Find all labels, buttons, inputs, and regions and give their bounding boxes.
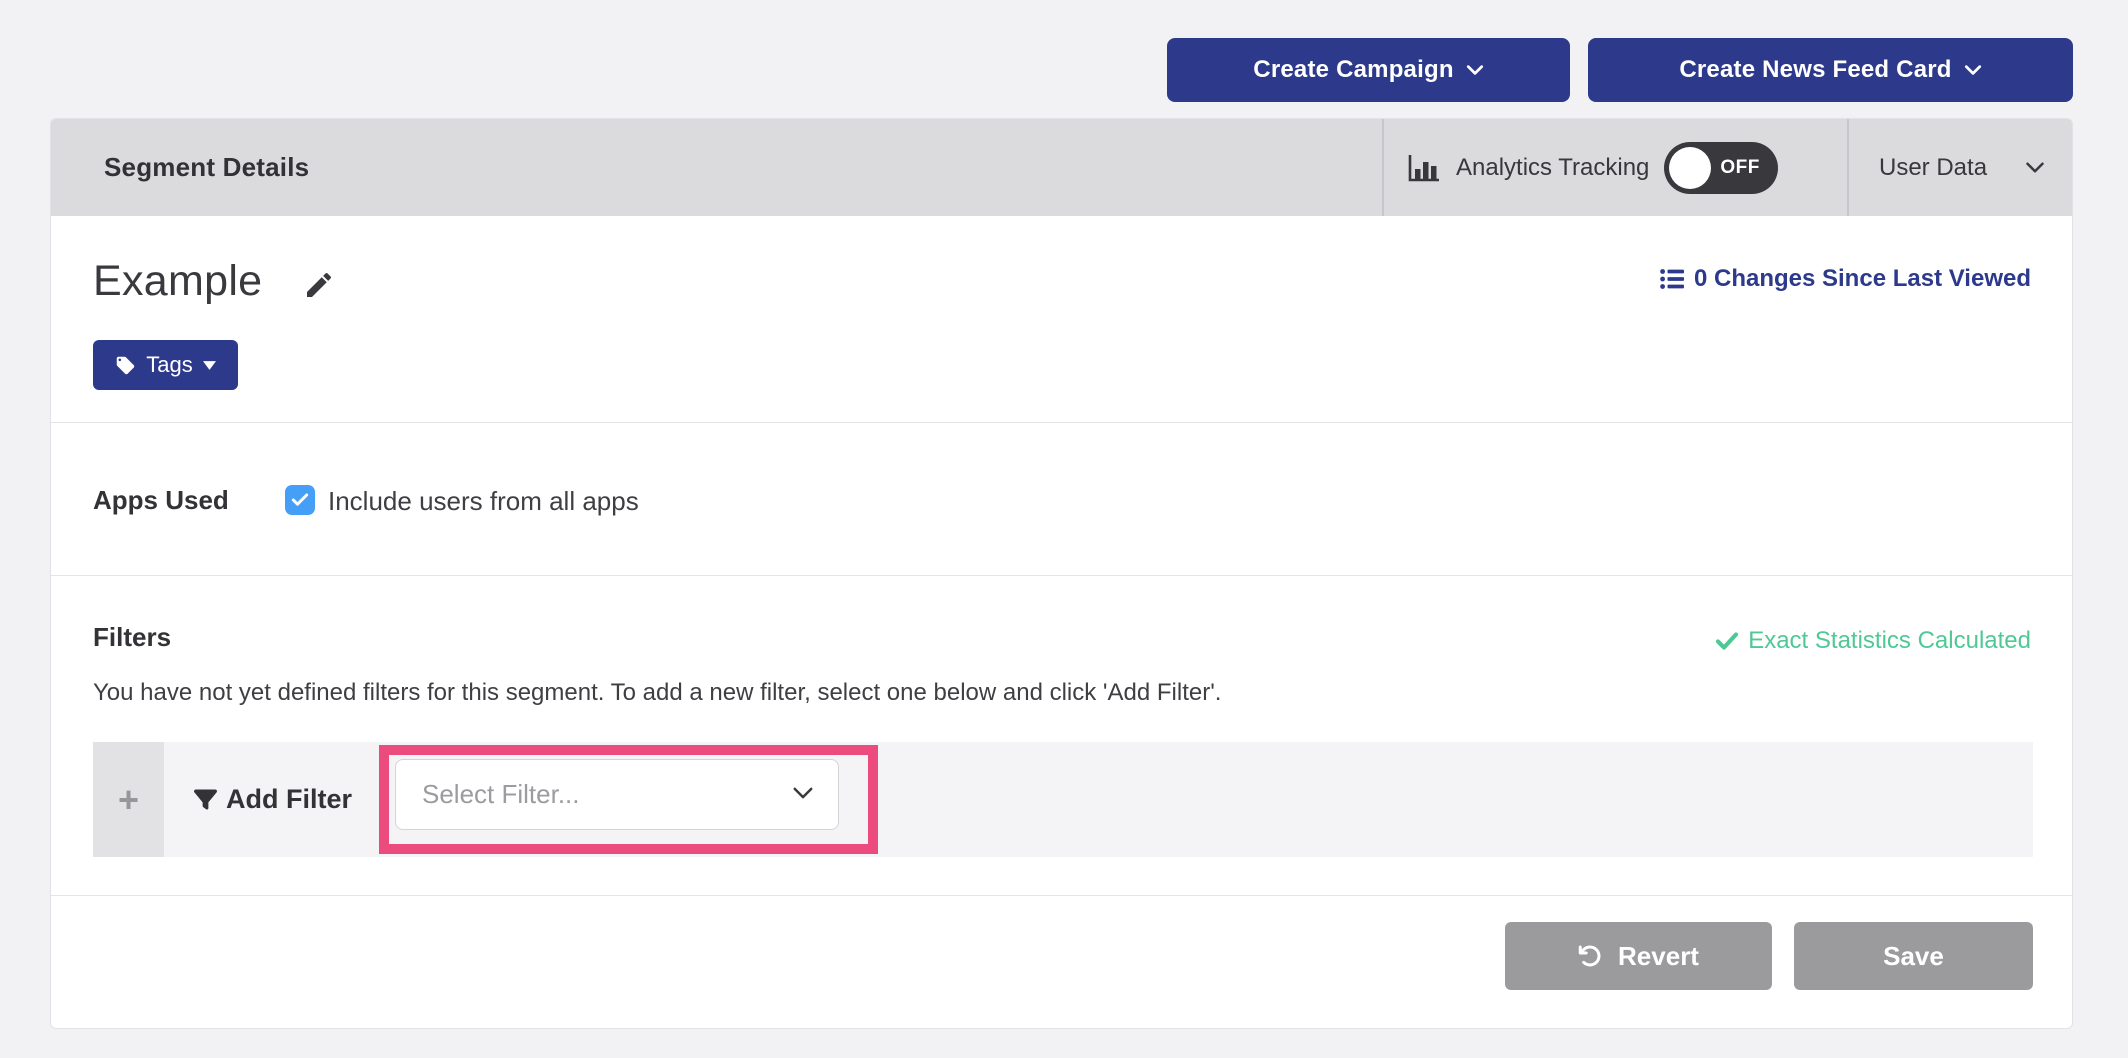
edit-pencil-icon[interactable] xyxy=(303,269,335,301)
filters-heading: Filters xyxy=(93,622,171,653)
user-data-label: User Data xyxy=(1879,154,1987,182)
revert-label: Revert xyxy=(1618,941,1699,972)
create-campaign-label: Create Campaign xyxy=(1253,56,1453,84)
segment-name: Example xyxy=(93,257,262,306)
add-filter-group: Add Filter xyxy=(194,742,352,857)
filters-empty-message: You have not yet defined filters for thi… xyxy=(93,679,1221,707)
changes-since-last-viewed-link[interactable]: 0 Changes Since Last Viewed xyxy=(1660,265,2031,293)
divider xyxy=(1382,119,1384,216)
chevron-down-icon xyxy=(2025,161,2045,174)
exact-statistics-label: Exact Statistics Calculated xyxy=(1748,627,2031,655)
tags-button[interactable]: Tags xyxy=(93,340,238,390)
add-filter-plus-button[interactable]: + xyxy=(93,742,164,857)
revert-button[interactable]: Revert xyxy=(1505,922,1772,990)
page-title: Segment Details xyxy=(104,119,309,216)
include-all-apps-checkbox[interactable] xyxy=(285,485,315,515)
segment-details-page: Create Campaign Create News Feed Card Se… xyxy=(0,0,2128,1058)
include-all-apps-label: Include users from all apps xyxy=(328,486,639,517)
add-filter-label: Add Filter xyxy=(226,784,352,815)
toggle-state-label: OFF xyxy=(1720,142,1760,194)
caret-down-icon xyxy=(203,361,216,370)
exact-statistics-status: Exact Statistics Calculated xyxy=(1716,627,2031,655)
plus-icon: + xyxy=(118,782,139,818)
analytics-tracking-toggle[interactable]: OFF xyxy=(1664,142,1778,194)
add-filter-row: + Add Filter Select Filter... xyxy=(93,742,2033,857)
save-button[interactable]: Save xyxy=(1794,922,2033,990)
toggle-knob xyxy=(1669,147,1711,189)
check-icon xyxy=(290,490,310,510)
list-icon xyxy=(1660,268,1684,290)
apps-used-label: Apps Used xyxy=(93,485,229,516)
undo-icon xyxy=(1578,944,1602,968)
select-filter-placeholder: Select Filter... xyxy=(422,779,580,810)
check-icon xyxy=(1716,632,1738,650)
user-data-dropdown[interactable]: User Data xyxy=(1879,119,2045,216)
segment-details-card: Segment Details Analytics Tracking OFF xyxy=(50,118,2073,1029)
divider xyxy=(51,422,2072,423)
bar-chart-icon xyxy=(1407,153,1441,183)
divider xyxy=(1847,119,1849,216)
tag-icon xyxy=(115,355,136,376)
panel-header: Segment Details Analytics Tracking OFF xyxy=(51,119,2072,216)
save-label: Save xyxy=(1883,941,1944,972)
divider xyxy=(51,575,2072,576)
chevron-down-icon xyxy=(792,786,814,800)
analytics-tracking-label: Analytics Tracking xyxy=(1456,154,1649,182)
create-news-feed-label: Create News Feed Card xyxy=(1679,56,1951,84)
create-news-feed-card-button[interactable]: Create News Feed Card xyxy=(1588,38,2073,102)
select-filter-dropdown[interactable]: Select Filter... xyxy=(395,759,839,830)
create-campaign-button[interactable]: Create Campaign xyxy=(1167,38,1570,102)
tags-button-label: Tags xyxy=(146,352,192,378)
analytics-tracking-group: Analytics Tracking OFF xyxy=(1407,119,1778,216)
chevron-down-icon xyxy=(1466,64,1484,76)
changes-link-label: 0 Changes Since Last Viewed xyxy=(1694,265,2031,293)
filter-funnel-icon xyxy=(194,788,217,811)
divider xyxy=(51,895,2072,896)
chevron-down-icon xyxy=(1964,64,1982,76)
